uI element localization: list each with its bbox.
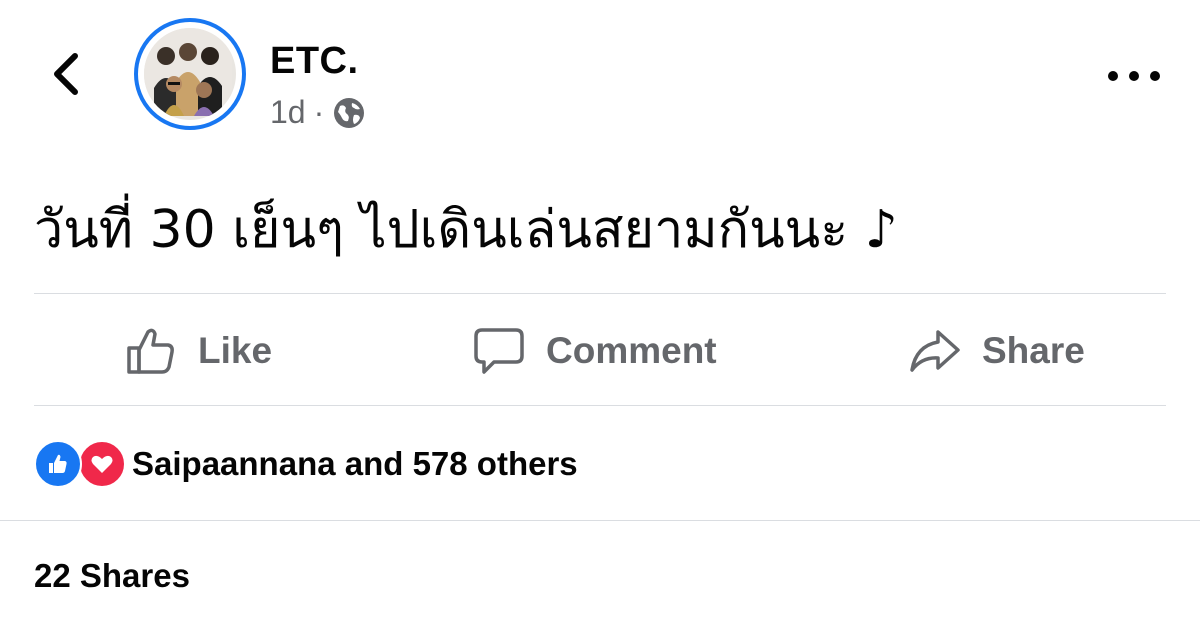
author-name[interactable]: ETC.: [270, 40, 359, 83]
chevron-left-icon: [54, 53, 78, 95]
like-button[interactable]: Like: [124, 296, 272, 406]
share-arrow-icon: [910, 330, 960, 372]
like-reaction-icon: [34, 440, 82, 488]
thumbs-up-icon: [127, 328, 174, 374]
more-dot: [1150, 71, 1160, 81]
avatar-photo: [144, 28, 236, 120]
reactions-text: Saipaannana and 578 others: [132, 445, 578, 482]
comment-button[interactable]: Comment: [472, 296, 717, 406]
reactions-summary[interactable]: Saipaannana and 578 others: [34, 440, 578, 488]
post-time[interactable]: 1d: [270, 94, 306, 131]
comment-icon: [474, 328, 524, 374]
avatar[interactable]: [134, 18, 246, 130]
post-view: ETC. 1d · วันที่ 30 เย็นๆ ไปเดินเล่นสยาม…: [0, 0, 1200, 637]
post-meta: 1d ·: [270, 94, 366, 131]
meta-separator: ·: [313, 94, 325, 130]
back-button[interactable]: [44, 52, 88, 96]
share-button[interactable]: Share: [908, 296, 1085, 406]
divider-top: [34, 293, 1166, 294]
like-label: Like: [198, 330, 273, 371]
shares-count[interactable]: 22 Shares: [34, 557, 190, 595]
divider-middle: [34, 405, 1166, 406]
more-options-button[interactable]: [1108, 58, 1160, 94]
share-label: Share: [982, 330, 1085, 371]
action-bar: Like Comment Share: [34, 296, 1166, 406]
post-text: วันที่ 30 เย็นๆ ไปเดินเล่นสยามกันนะ ♪: [34, 200, 898, 260]
comment-label: Comment: [546, 330, 717, 371]
more-dot: [1129, 71, 1139, 81]
divider-bottom: [0, 520, 1200, 521]
more-dot: [1108, 71, 1118, 81]
globe-icon: [334, 97, 365, 128]
love-reaction-icon: [78, 440, 126, 488]
reaction-icons: [34, 440, 126, 488]
